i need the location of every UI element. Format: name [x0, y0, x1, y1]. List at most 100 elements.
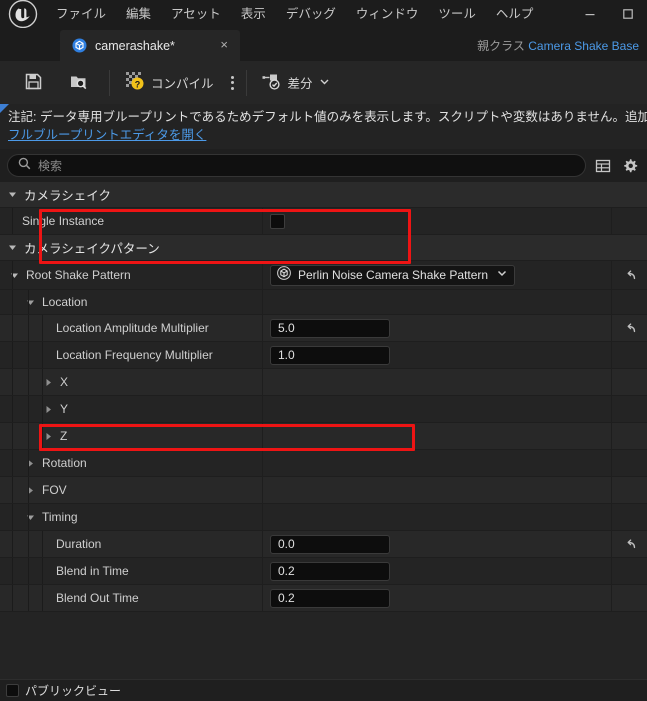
reset-cell[interactable]	[611, 261, 647, 289]
input-value: 0.2	[278, 564, 295, 578]
menu-item-file[interactable]: ファイル	[46, 0, 116, 28]
group-label: Z	[60, 429, 68, 443]
chevron-right-icon[interactable]	[42, 432, 55, 441]
window-controls	[571, 0, 647, 28]
parent-class-link[interactable]: Camera Shake Base	[528, 39, 639, 53]
property-row-single-instance[interactable]: Single Instance	[0, 208, 647, 235]
property-label: Blend in Time	[56, 564, 129, 578]
chevron-down-icon[interactable]	[24, 298, 37, 307]
category-label: カメラシェイク	[24, 189, 112, 203]
property-row-blend-out-time[interactable]: Blend Out Time 0.2	[0, 585, 647, 612]
input-value: 1.0	[278, 348, 295, 362]
blueprint-editor-window: ファイル 編集 アセット 表示 デバッグ ウィンドウ ツール ヘルプ camer…	[0, 0, 647, 701]
menu-item-edit[interactable]: 編集	[116, 0, 161, 28]
single-instance-checkbox[interactable]	[270, 213, 285, 229]
reset-cell[interactable]	[611, 531, 647, 557]
duration-input[interactable]: 0.0	[270, 534, 390, 554]
property-row-blend-in-time[interactable]: Blend in Time 0.2	[0, 558, 647, 585]
maximize-button[interactable]	[609, 0, 647, 28]
property-label: Duration	[56, 537, 102, 551]
location-amplitude-multiplier-input[interactable]: 5.0	[270, 318, 390, 338]
details-search-row: 検索	[0, 149, 647, 182]
menu-item-asset[interactable]: アセット	[161, 0, 231, 28]
chevron-down-icon[interactable]	[6, 190, 19, 199]
chevron-down-icon[interactable]	[6, 243, 19, 252]
kebab-dot	[230, 86, 234, 90]
chevron-right-icon[interactable]	[42, 405, 55, 414]
menu-item-help[interactable]: ヘルプ	[486, 0, 544, 28]
column-view-toggle-button[interactable]	[593, 155, 613, 177]
close-icon[interactable]: ×	[218, 38, 230, 53]
indent-guides	[0, 477, 262, 503]
property-group-location[interactable]: Location	[0, 290, 647, 315]
chevron-down-icon[interactable]	[8, 271, 21, 280]
input-value: 5.0	[278, 321, 295, 335]
blend-in-time-input[interactable]: 0.2	[270, 561, 390, 581]
property-row-location-frequency-multiplier[interactable]: Location Frequency Multiplier 1.0	[0, 342, 647, 369]
blueprint-icon	[72, 38, 87, 53]
group-label: FOV	[42, 483, 67, 497]
group-label: Location	[42, 295, 88, 309]
chevron-down-icon[interactable]	[496, 266, 508, 284]
toolbar-divider-1	[109, 69, 110, 96]
chevron-right-icon[interactable]	[42, 378, 55, 387]
input-value: 0.2	[278, 591, 295, 605]
property-row-location-amplitude-multiplier[interactable]: Location Amplitude Multiplier 5.0	[0, 315, 647, 342]
diff-label: 差分	[287, 77, 313, 91]
menu-item-tools[interactable]: ツール	[428, 0, 486, 28]
location-frequency-multiplier-input[interactable]: 1.0	[270, 345, 390, 365]
compile-button[interactable]: ? コンパイル	[115, 61, 224, 104]
folder-search-icon	[69, 72, 88, 94]
category-header-camera-shake[interactable]: カメラシェイク	[0, 182, 647, 208]
root-shake-pattern-dropdown[interactable]: Perlin Noise Camera Shake Pattern	[270, 264, 515, 286]
reset-cell[interactable]	[611, 315, 647, 341]
property-group-rotation[interactable]: Rotation	[0, 450, 647, 477]
chevron-right-icon[interactable]	[24, 486, 37, 495]
reset-to-default-icon[interactable]	[623, 321, 637, 335]
menu-item-view[interactable]: 表示	[231, 0, 276, 28]
property-row-root-shake-pattern[interactable]: Root Shake Pattern Perlin Noise Camera S…	[0, 261, 647, 290]
browse-asset-button[interactable]	[59, 61, 104, 104]
indent-guides	[0, 558, 262, 584]
reset-cell	[611, 558, 647, 584]
indent-guides	[0, 450, 262, 476]
reset-to-default-icon[interactable]	[623, 268, 637, 282]
search-input[interactable]: 検索	[7, 154, 586, 177]
title-bar: ファイル 編集 アセット 表示 デバッグ ウィンドウ ツール ヘルプ	[0, 0, 647, 29]
property-group-z[interactable]: Z	[0, 423, 647, 450]
menu-item-window[interactable]: ウィンドウ	[346, 0, 429, 28]
save-button[interactable]	[14, 61, 59, 104]
indent-guides	[0, 531, 262, 557]
reset-cell	[611, 342, 647, 368]
public-view-checkbox[interactable]	[6, 684, 19, 697]
reset-to-default-icon[interactable]	[623, 537, 637, 551]
indent-guides	[0, 396, 262, 422]
category-header-camera-shake-pattern[interactable]: カメラシェイクパターン	[0, 235, 647, 261]
property-group-y[interactable]: Y	[0, 396, 647, 423]
shake-pattern-class-icon	[277, 265, 291, 285]
property-group-fov[interactable]: FOV	[0, 477, 647, 504]
property-group-x[interactable]: X	[0, 369, 647, 396]
chevron-down-icon	[319, 76, 330, 90]
blend-out-time-input[interactable]: 0.2	[270, 588, 390, 608]
save-icon	[24, 72, 43, 94]
unreal-engine-logo-icon	[0, 0, 46, 29]
data-only-blueprint-notice: 注記: データ専用ブループリントであるためデフォルト値のみを表示します。スクリプ…	[0, 104, 647, 149]
property-group-timing[interactable]: Timing	[0, 504, 647, 531]
editor-toolbar: ? コンパイル 差分	[0, 61, 647, 104]
tab-camerashake[interactable]: camerashake* ×	[60, 30, 240, 61]
toolbar-divider-2	[245, 69, 247, 96]
property-row-duration[interactable]: Duration 0.0	[0, 531, 647, 558]
diff-button[interactable]: 差分	[252, 61, 340, 104]
minimize-button[interactable]	[571, 0, 609, 28]
settings-gear-button[interactable]	[620, 155, 640, 177]
chevron-down-icon[interactable]	[24, 513, 37, 522]
chevron-right-icon[interactable]	[24, 459, 37, 468]
compile-options-button[interactable]	[224, 61, 241, 104]
indent-guides	[0, 423, 262, 449]
svg-text:?: ?	[135, 79, 141, 89]
compile-icon: ?	[125, 71, 145, 94]
property-label: Blend Out Time	[56, 591, 139, 605]
menu-item-debug[interactable]: デバッグ	[276, 0, 346, 28]
open-full-blueprint-editor-link[interactable]: フルブループリントエディタを開く	[8, 126, 206, 144]
